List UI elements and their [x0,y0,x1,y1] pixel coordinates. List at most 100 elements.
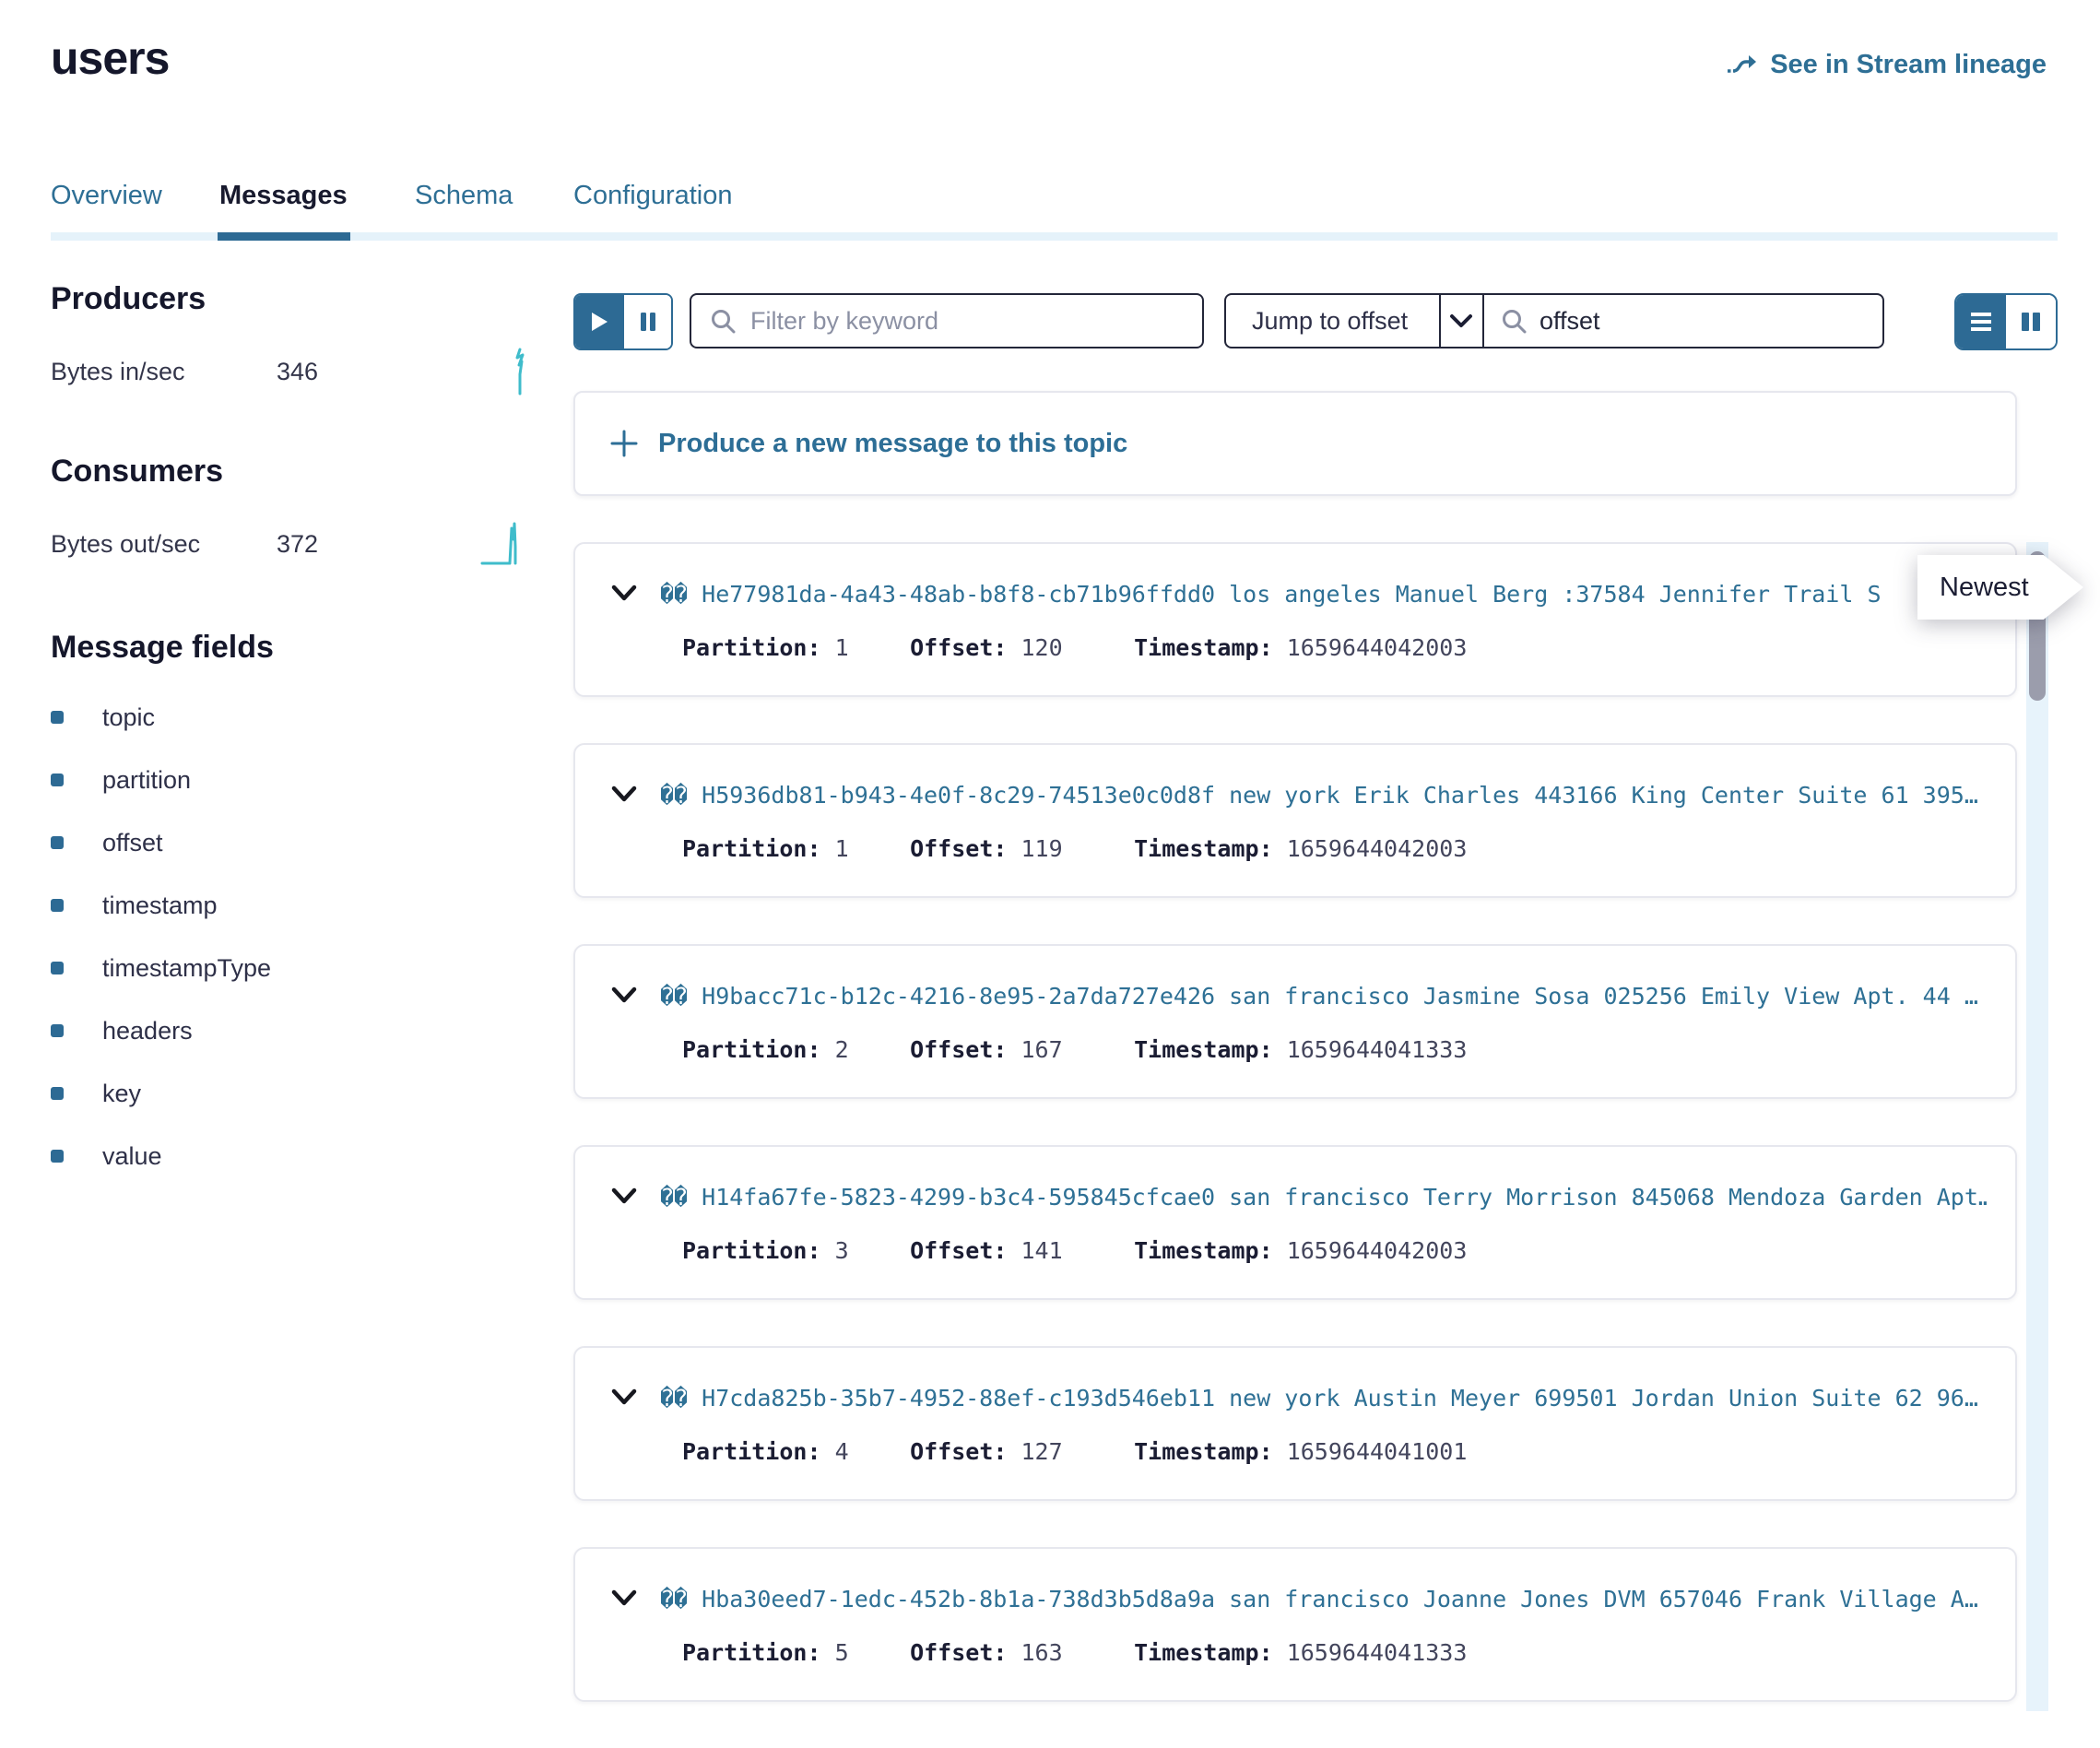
expand-chevron-icon[interactable] [610,1589,638,1608]
bytes-in-label: Bytes in/sec [51,358,277,386]
jump-select-chevron[interactable] [1439,295,1484,347]
message-card: �� H5936db81-b943-4e0f-8c29-74513e0c0d8f… [573,743,2017,898]
field-bullet-icon [51,899,64,912]
message-key[interactable]: �� He77981da-4a43-48ab-b8f8-cb71b96ffdd0… [660,581,1988,608]
offset-value: 141 [1021,1237,1062,1264]
field-item-offset[interactable]: offset [51,811,530,874]
offset-value: 119 [1021,835,1062,862]
bytes-in-metric: Bytes in/sec 346 [51,345,530,398]
partition-value: 2 [835,1036,849,1063]
produce-message-button[interactable]: Produce a new message to this topic [573,391,2017,496]
timestamp-value: 1659644041333 [1287,1036,1468,1063]
expand-chevron-icon[interactable] [610,785,638,804]
chevron-down-icon [1449,313,1473,328]
stream-lineage-link[interactable]: See in Stream lineage [1726,50,2047,80]
field-item-headers[interactable]: headers [51,999,530,1062]
partition-value: 5 [835,1639,849,1666]
play-button[interactable] [575,295,622,348]
message-card: �� H9bacc71c-b12c-4216-8e95-2a7da727e426… [573,944,2017,1099]
field-bullet-icon [51,774,64,786]
producers-heading: Producers [51,281,530,317]
jump-to-offset-group: Jump to offset [1224,293,1884,348]
field-bullet-icon [51,1150,64,1163]
keyword-filter-field [690,293,1204,348]
message-key[interactable]: �� H14fa67fe-5823-4299-b3c4-595845cfcae0… [660,1184,1988,1211]
pause-icon [640,311,656,333]
field-bullet-icon [51,836,64,849]
list-view-button[interactable] [1956,295,2006,348]
message-meta: Partition: 5 Offset: 163 Timestamp: 1659… [610,1639,1988,1666]
bytes-out-value: 372 [277,530,318,559]
pause-button[interactable] [622,295,671,348]
page-title: users [51,31,169,85]
expand-chevron-icon[interactable] [610,1388,638,1407]
scrollbar-track[interactable] [2026,542,2048,1711]
keyword-filter-input[interactable] [750,307,1184,336]
message-key[interactable]: �� Hba30eed7-1edc-452b-8b1a-738d3b5d8a9a… [660,1586,1988,1612]
bytes-in-sparkline [512,347,530,396]
tab-messages[interactable]: Messages [219,181,348,211]
offset-value: 120 [1021,634,1062,661]
field-bullet-icon [51,1024,64,1037]
partition-value: 3 [835,1237,849,1264]
field-bullet-icon [51,711,64,724]
field-bullet-icon [51,1087,64,1100]
timestamp-value: 1659644042003 [1287,634,1468,661]
expand-chevron-icon[interactable] [610,986,638,1005]
expand-chevron-icon[interactable] [610,1187,638,1206]
search-icon [1501,308,1527,334]
message-card: �� H14fa67fe-5823-4299-b3c4-595845cfcae0… [573,1145,2017,1300]
message-fields-list: topic partition offset timestamp timesta… [51,686,530,1187]
message-list: �� He77981da-4a43-48ab-b8f8-cb71b96ffdd0… [573,542,2017,1748]
field-item-timestampType[interactable]: timestampType [51,937,530,999]
partition-value: 4 [835,1438,849,1465]
view-mode-toggle [1954,293,2058,350]
topic-stats-sidebar: Producers Bytes in/sec 346 Consumers Byt… [51,281,530,1187]
timestamp-value: 1659644042003 [1287,1237,1468,1264]
bytes-out-metric: Bytes out/sec 372 [51,517,530,571]
message-meta: Partition: 3 Offset: 141 Timestamp: 1659… [610,1237,1988,1264]
partition-value: 1 [835,835,849,862]
message-key[interactable]: �� H5936db81-b943-4e0f-8c29-74513e0c0d8f… [660,782,1988,809]
field-item-topic[interactable]: topic [51,686,530,749]
timestamp-value: 1659644041001 [1287,1438,1468,1465]
tab-overview[interactable]: Overview [51,181,162,211]
offset-value: 167 [1021,1036,1062,1063]
topic-page: users See in Stream lineage Overview Mes… [0,0,2100,1711]
newest-tooltip: Newest [1917,555,2083,620]
bytes-out-sparkline [480,519,530,567]
message-meta: Partition: 4 Offset: 127 Timestamp: 1659… [610,1438,1988,1465]
play-icon [589,311,609,333]
list-view-icon [1969,311,1993,333]
partition-value: 1 [835,634,849,661]
field-item-partition[interactable]: partition [51,749,530,811]
newest-tooltip-label: Newest [1940,573,2029,603]
column-view-button[interactable] [2006,295,2056,348]
timestamp-value: 1659644041333 [1287,1639,1468,1666]
message-card: �� He77981da-4a43-48ab-b8f8-cb71b96ffdd0… [573,542,2017,697]
message-card: �� Hba30eed7-1edc-452b-8b1a-738d3b5d8a9a… [573,1547,2017,1702]
field-item-value[interactable]: value [51,1125,530,1187]
plus-icon [610,430,638,457]
expand-chevron-icon[interactable] [610,585,638,603]
consumers-heading: Consumers [51,454,530,490]
field-item-key[interactable]: key [51,1062,530,1125]
produce-message-label: Produce a new message to this topic [658,429,1127,459]
jump-mode-select[interactable]: Jump to offset [1226,295,1439,347]
message-fields-heading: Message fields [51,630,530,666]
tab-schema[interactable]: Schema [415,181,513,211]
offset-search-field [1484,295,1882,347]
offset-search-input[interactable] [1540,307,1866,336]
search-icon [710,308,736,334]
field-bullet-icon [51,962,64,974]
message-key[interactable]: �� H7cda825b-35b7-4952-88ef-c193d546eb11… [660,1385,1988,1411]
field-item-timestamp[interactable]: timestamp [51,874,530,937]
messages-toolbar: Jump to offset [573,293,2058,352]
tab-active-indicator [218,232,350,241]
tab-configuration[interactable]: Configuration [573,181,733,211]
message-key[interactable]: �� H9bacc71c-b12c-4216-8e95-2a7da727e426… [660,983,1988,1010]
bytes-in-value: 346 [277,358,318,386]
tabs-underline [51,232,2058,241]
tab-bar: Overview Messages Schema Configuration [51,181,2058,242]
column-view-icon [2020,311,2042,333]
